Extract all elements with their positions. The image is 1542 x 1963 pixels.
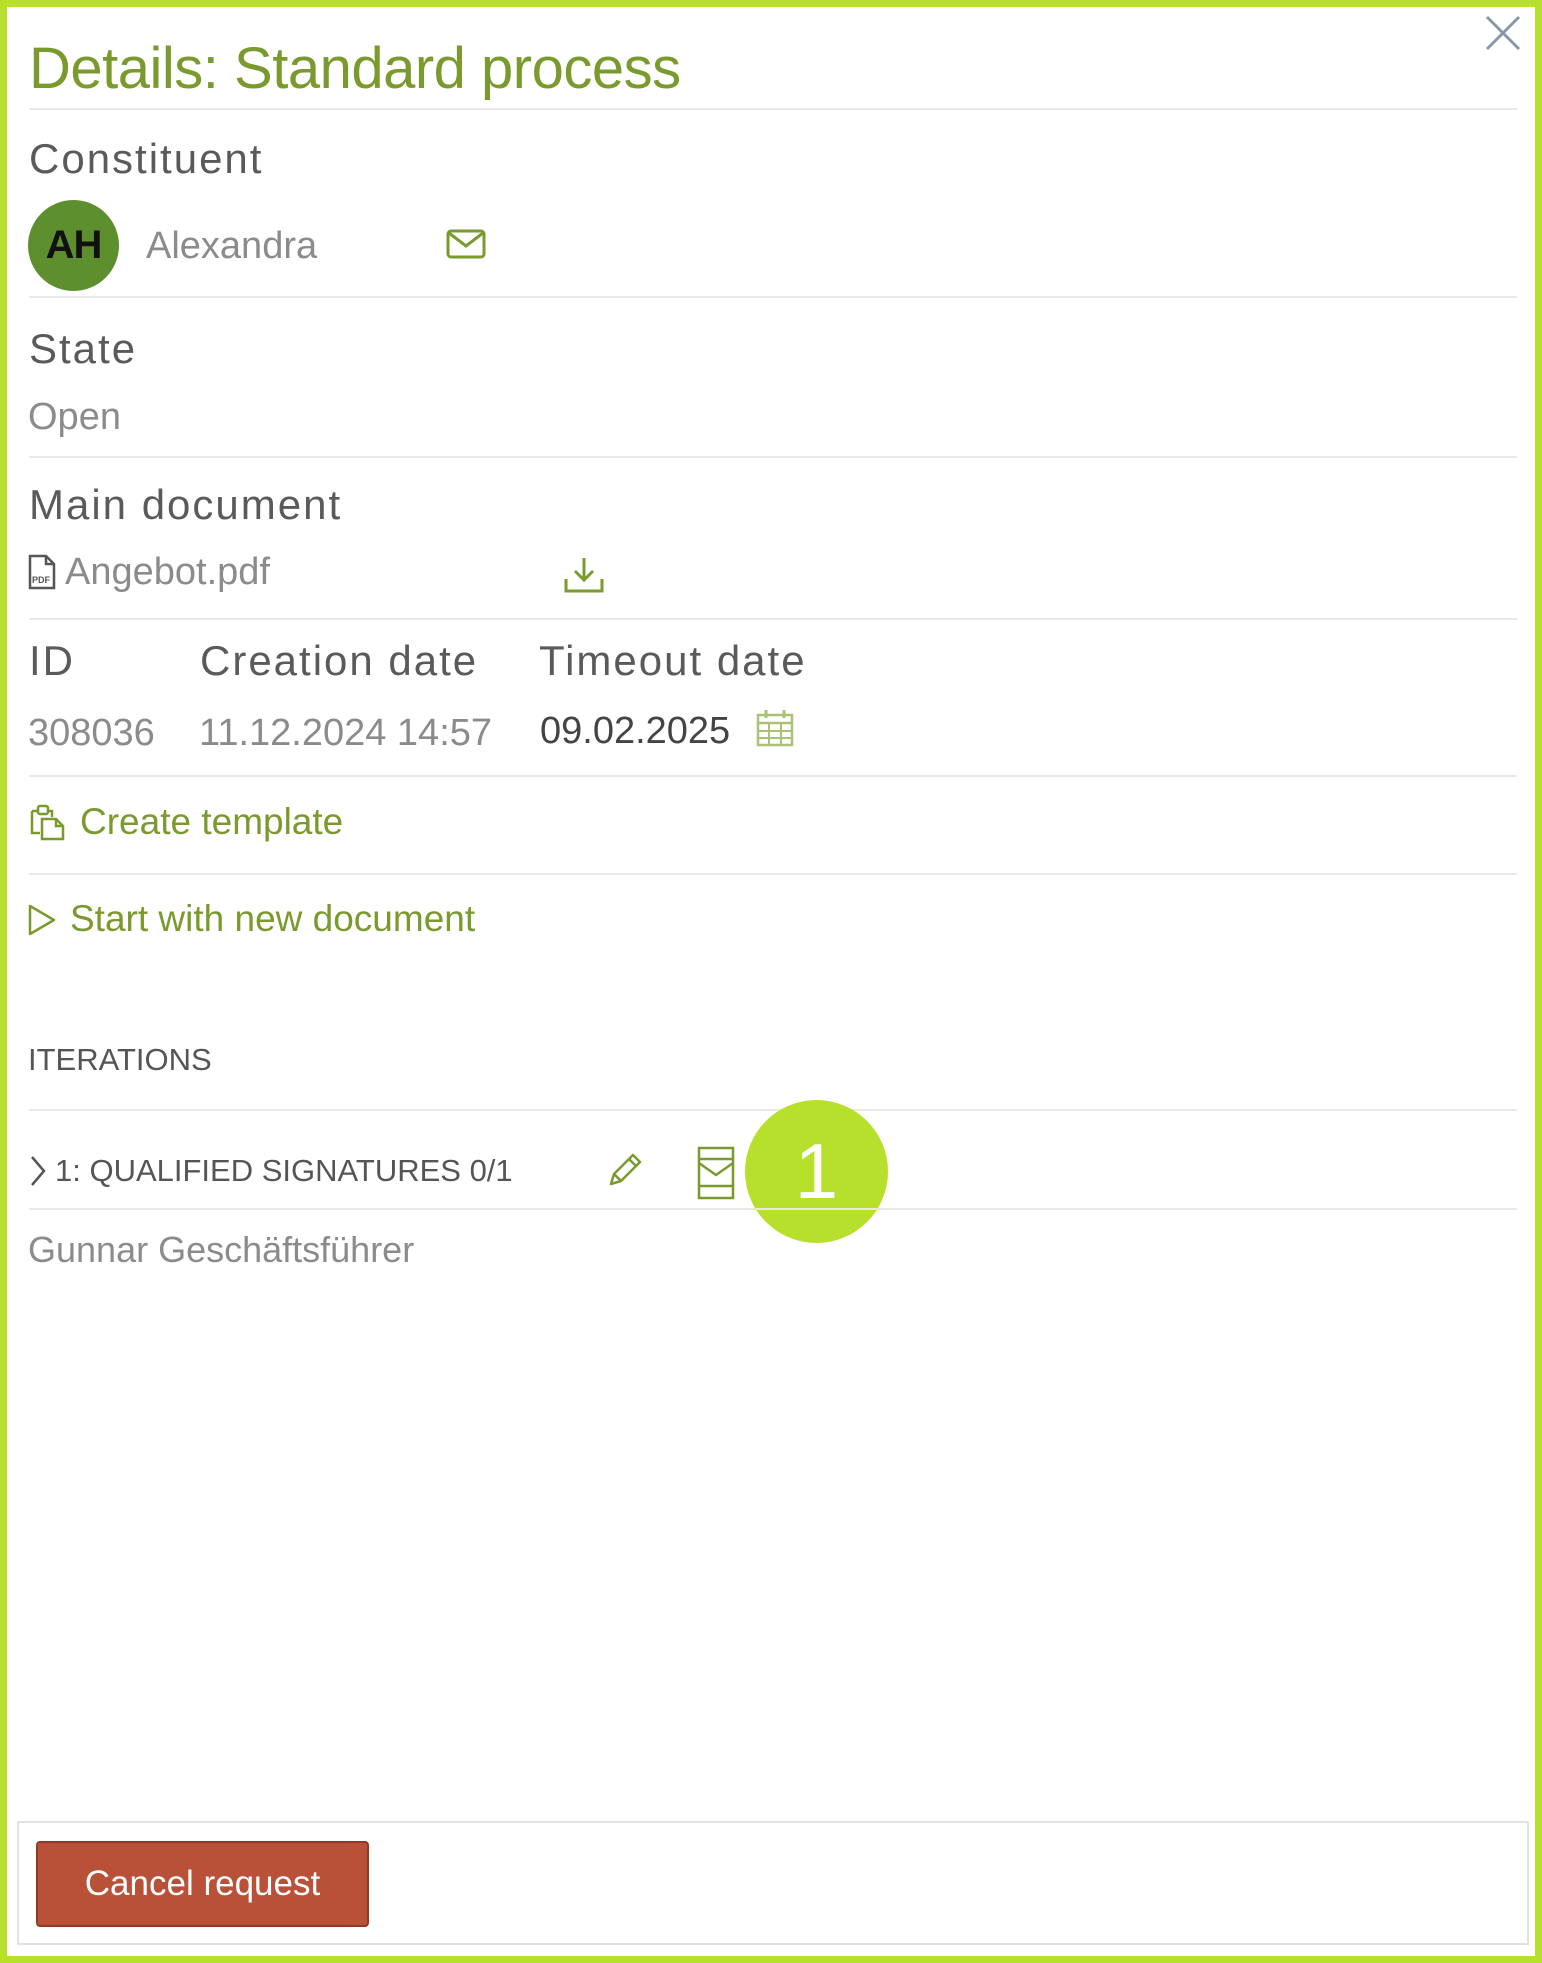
state-value: Open [28, 396, 121, 438]
cancel-request-button[interactable]: Cancel request [36, 1841, 369, 1927]
divider [29, 456, 1517, 458]
constituent-label: Constituent [29, 135, 264, 182]
constituent-name: Alexandra [146, 225, 318, 267]
id-value: 308036 [28, 712, 155, 754]
iteration-signer: Gunnar Geschäftsführer [28, 1229, 415, 1270]
close-button[interactable] [1481, 11, 1525, 55]
main-document-label: Main document [29, 481, 343, 528]
mail-tray-icon [697, 1146, 735, 1200]
divider [29, 108, 1517, 110]
divider [29, 873, 1517, 875]
envelope-icon [446, 229, 486, 259]
chevron-right-icon[interactable] [29, 1154, 47, 1188]
svg-text:PDF: PDF [32, 575, 51, 585]
divider [29, 296, 1517, 298]
edit-iteration-button[interactable] [605, 1150, 645, 1195]
calendar-icon [756, 710, 794, 747]
start-new-document-link[interactable]: Start with new document [70, 898, 475, 940]
creation-date-label: Creation date [200, 637, 479, 684]
pencil-icon [609, 1153, 642, 1186]
iterations-heading: ITERATIONS [28, 1042, 212, 1077]
divider [29, 1109, 1517, 1111]
copy-icon [30, 804, 65, 841]
divider [29, 1208, 1517, 1210]
details-panel: Details: Standard process Constituent AH… [0, 0, 1542, 1963]
divider [29, 775, 1517, 777]
iteration-mail-button[interactable] [696, 1145, 736, 1206]
divider [29, 618, 1517, 620]
download-button[interactable] [563, 555, 605, 600]
create-template-link[interactable]: Create template [80, 801, 343, 843]
timeout-date-label: Timeout date [539, 637, 807, 684]
creation-date-value: 11.12.2024 14:57 [199, 712, 493, 754]
timeout-date-value: 09.02.2025 [540, 710, 731, 752]
pdf-file-icon: PDF [28, 554, 56, 590]
email-constituent-button[interactable] [446, 228, 486, 265]
play-icon [28, 904, 56, 936]
close-icon [1485, 15, 1521, 51]
edit-timeout-button[interactable] [755, 709, 795, 752]
download-icon [564, 558, 604, 593]
id-label: ID [29, 637, 75, 684]
state-label: State [29, 325, 138, 372]
main-document-link[interactable]: Angebot.pdf [65, 551, 270, 594]
iteration-title: 1: QUALIFIED SIGNATURES 0/1 [55, 1153, 513, 1188]
avatar: AH [28, 200, 119, 291]
page-title: Details: Standard process [29, 36, 681, 101]
annotation-badge: 1 [745, 1100, 888, 1243]
